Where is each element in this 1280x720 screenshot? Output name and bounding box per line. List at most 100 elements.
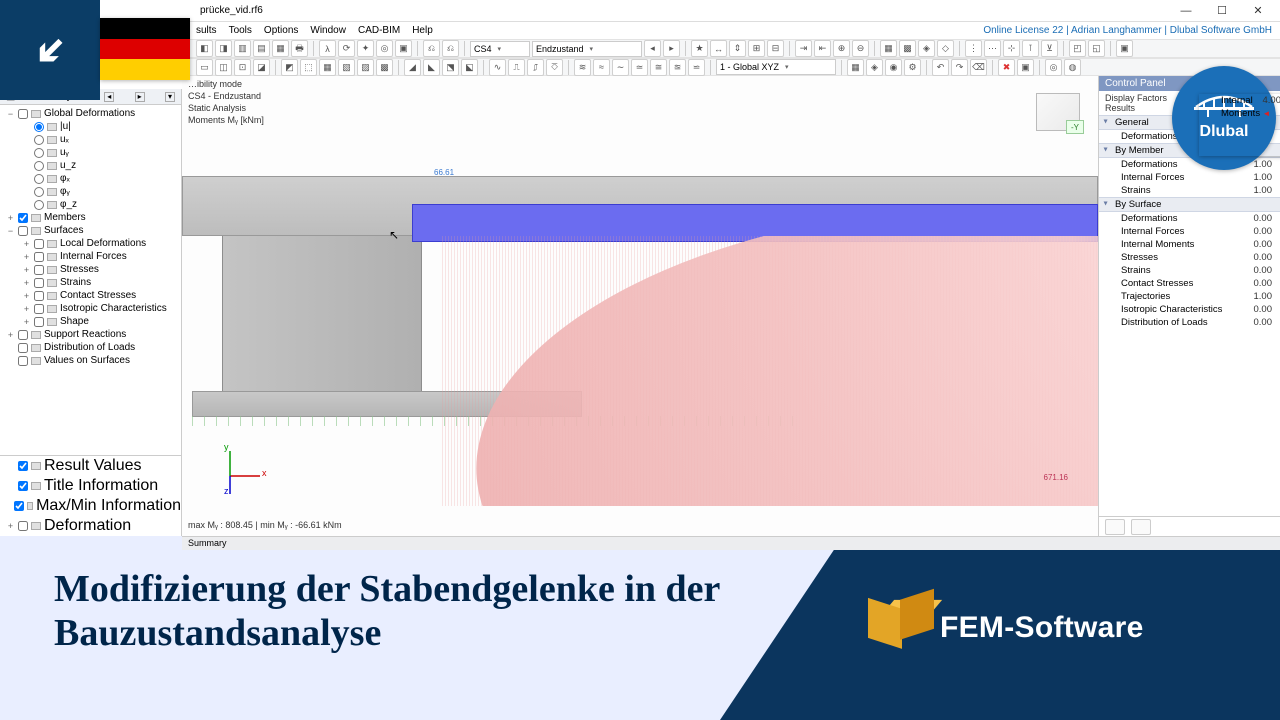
checkbox[interactable] [18, 330, 28, 340]
model-view[interactable]: …ibility mode CS4 - Endzustand Static An… [182, 76, 1098, 536]
nav-pin-icon[interactable]: ▸ [135, 92, 145, 102]
tool-icon[interactable]: ▨ [357, 59, 374, 76]
tool-icon[interactable]: ▣ [1116, 40, 1133, 57]
checkbox[interactable] [18, 356, 28, 366]
tree-node[interactable]: Max/Min Information [0, 496, 181, 516]
cs-select[interactable]: CS4 [470, 41, 530, 57]
state-select[interactable]: Endzustand [532, 41, 642, 57]
tool-icon[interactable]: ◣ [423, 59, 440, 76]
tool-icon[interactable]: ⇕ [729, 40, 746, 57]
tree-node[interactable]: φₓ [4, 172, 179, 185]
tool-icon[interactable]: ≋ [574, 59, 591, 76]
undo-icon[interactable]: ↶ [932, 59, 949, 76]
factor-row[interactable]: Internal Moments4.00 [1199, 94, 1280, 156]
tree-node[interactable]: +Contact Stresses [4, 289, 179, 302]
menu-cad-bim[interactable]: CAD-BIM [358, 25, 400, 36]
tool-icon[interactable]: ⊺ [1022, 40, 1039, 57]
tool-icon[interactable]: ◎ [376, 40, 393, 57]
tool-icon[interactable]: ⊻ [1041, 40, 1058, 57]
tree-node[interactable]: φᵧ [4, 185, 179, 198]
tool-icon[interactable]: ∼ [612, 59, 629, 76]
checkbox[interactable] [18, 109, 28, 119]
checkbox[interactable] [34, 291, 44, 301]
checkbox[interactable] [34, 317, 44, 327]
checkbox[interactable] [18, 521, 28, 531]
checkbox[interactable] [18, 461, 28, 471]
tool-icon[interactable]: ⎌ [423, 40, 440, 57]
factor-row[interactable]: Internal Moments0.00 [1099, 238, 1280, 251]
radio[interactable] [34, 148, 44, 158]
tree-node[interactable]: +Strains [4, 276, 179, 289]
tool-icon[interactable]: ∿ [489, 59, 506, 76]
checkbox[interactable] [18, 481, 28, 491]
tool-icon[interactable]: ▦ [880, 40, 897, 57]
tree-node[interactable]: +Stresses [4, 263, 179, 276]
tool-icon[interactable]: ✦ [357, 40, 374, 57]
tree-node[interactable]: +Isotropic Characteristics [4, 302, 179, 315]
radio[interactable] [34, 200, 44, 210]
tool-icon[interactable]: ⎏ [546, 59, 563, 76]
tool-icon[interactable]: ▭ [196, 59, 213, 76]
tool-icon[interactable]: ↔ [710, 40, 727, 57]
factor-row[interactable]: Distribution of Loads0.00 [1099, 316, 1280, 329]
tool-icon[interactable]: ⋮ [965, 40, 982, 57]
tool-icon[interactable]: ⬔ [442, 59, 459, 76]
tool-icon[interactable]: ◉ [885, 59, 902, 76]
print-icon[interactable]: 🖶 [291, 40, 308, 57]
radio[interactable] [34, 161, 44, 171]
checkbox[interactable] [34, 265, 44, 275]
tool-icon[interactable]: ★ [691, 40, 708, 57]
tree-node[interactable]: Result Values [0, 456, 181, 476]
tool-icon[interactable]: ▣ [1017, 59, 1034, 76]
tool-icon[interactable]: ≈ [593, 59, 610, 76]
tool-icon[interactable]: ▦ [847, 59, 864, 76]
tree-node[interactable]: uₓ [4, 133, 179, 146]
tool-icon[interactable]: ⊹ [1003, 40, 1020, 57]
tree-node[interactable]: φ_z [4, 198, 179, 211]
nav-left-icon[interactable]: ◂ [644, 40, 661, 57]
tree-node[interactable]: −Surfaces [4, 224, 179, 237]
tool-icon[interactable]: ⋍ [688, 59, 705, 76]
radio[interactable] [34, 135, 44, 145]
checkbox[interactable] [18, 213, 28, 223]
radio[interactable] [34, 122, 44, 132]
tool-icon[interactable]: ⎍ [508, 59, 525, 76]
tool-icon[interactable]: ◪ [253, 59, 270, 76]
panel-tool-button[interactable] [1105, 519, 1125, 535]
tree-node[interactable]: +Members [4, 211, 179, 224]
tool-icon[interactable]: ⟳ [338, 40, 355, 57]
tree-node[interactable]: +Internal Forces [4, 250, 179, 263]
tool-icon[interactable]: ◰ [1069, 40, 1086, 57]
menu-help[interactable]: Help [412, 25, 433, 36]
tool-icon[interactable]: ◧ [196, 40, 213, 57]
tool-icon[interactable]: ◈ [918, 40, 935, 57]
nav-close-icon[interactable]: ▾ [165, 92, 175, 102]
tool-icon[interactable]: ⇥ [795, 40, 812, 57]
tool-icon[interactable]: ◇ [937, 40, 954, 57]
tool-icon[interactable]: ⊕ [833, 40, 850, 57]
tool-icon[interactable]: ◍ [1064, 59, 1081, 76]
menu-options[interactable]: Options [264, 25, 298, 36]
tool-icon[interactable]: ⬚ [300, 59, 317, 76]
tool-icon[interactable]: ≃ [631, 59, 648, 76]
tool-icon[interactable]: ◢ [404, 59, 421, 76]
nav-pin-icon[interactable]: ◂ [104, 92, 114, 102]
factor-row[interactable]: Trajectories1.00 [1099, 290, 1280, 303]
tool-icon[interactable]: ▤ [253, 40, 270, 57]
tool-icon[interactable]: ▧ [338, 59, 355, 76]
tree-node[interactable]: +Deformation [0, 516, 181, 536]
menu-window[interactable]: Window [310, 25, 346, 36]
redo-icon[interactable]: ↷ [951, 59, 968, 76]
factor-row[interactable]: Stresses0.00 [1099, 251, 1280, 264]
minimize-button[interactable]: — [1168, 1, 1204, 21]
checkbox[interactable] [34, 278, 44, 288]
tool-icon[interactable]: ▣ [395, 40, 412, 57]
factor-row[interactable]: Internal Forces0.00 [1099, 225, 1280, 238]
tool-icon[interactable]: ◩ [281, 59, 298, 76]
tool-icon[interactable]: ◎ [1045, 59, 1062, 76]
tree-node[interactable]: u_z [4, 159, 179, 172]
tool-icon[interactable]: ▥ [234, 40, 251, 57]
axis-select[interactable]: 1 - Global XYZ [716, 59, 836, 75]
tool-icon[interactable]: ◱ [1088, 40, 1105, 57]
factor-row[interactable]: Strains0.00 [1099, 264, 1280, 277]
